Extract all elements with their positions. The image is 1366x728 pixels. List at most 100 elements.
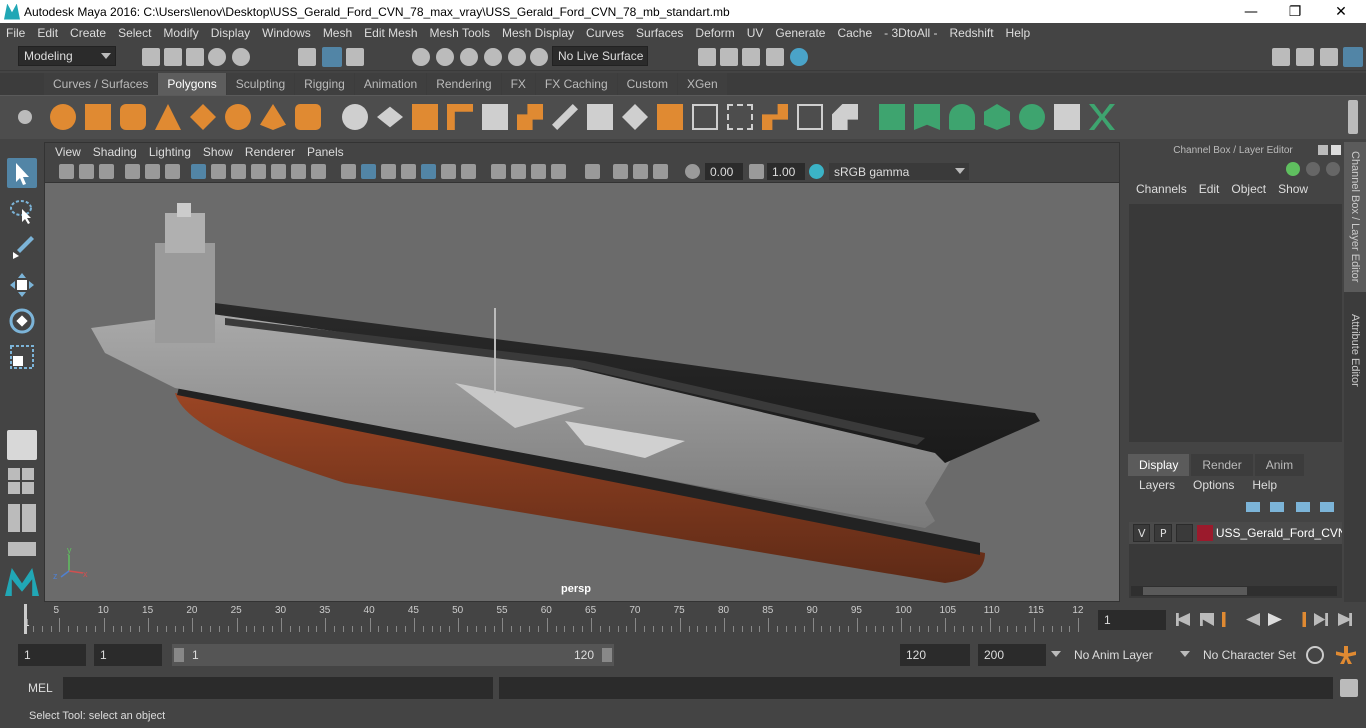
menu-surfaces[interactable]: Surfaces: [630, 26, 689, 40]
go-to-start-icon[interactable]: [1176, 613, 1190, 626]
layer-color-swatch[interactable]: [1197, 525, 1213, 541]
menu-edit[interactable]: Edit: [31, 26, 64, 40]
poly-torus-icon[interactable]: [225, 104, 251, 130]
speed-icon[interactable]: [1306, 162, 1320, 176]
menu-cache[interactable]: Cache: [831, 26, 878, 40]
bridge-icon[interactable]: [622, 104, 648, 130]
render-current-icon[interactable]: [698, 48, 716, 66]
menu-file[interactable]: File: [0, 26, 31, 40]
range-slider-bar[interactable]: 1 120: [172, 644, 614, 666]
four-view-layout-icon[interactable]: [8, 468, 36, 496]
snap-point-icon[interactable]: [460, 48, 478, 66]
film-gate-icon[interactable]: [211, 164, 226, 179]
resolution-gate-icon[interactable]: [231, 164, 246, 179]
cylindrical-uv-icon[interactable]: [914, 104, 940, 130]
bevel-icon[interactable]: [657, 104, 683, 130]
play-forwards-icon[interactable]: [1268, 613, 1282, 626]
lasso-tool-icon[interactable]: [7, 196, 37, 226]
shelf-scroll-arrows-icon[interactable]: [1348, 100, 1358, 134]
live-surface-field[interactable]: No Live Surface: [552, 46, 648, 66]
snap-grid-icon[interactable]: [412, 48, 430, 66]
shelf-tab-custom[interactable]: Custom: [617, 73, 677, 95]
shelf-tab-rigging[interactable]: Rigging: [295, 73, 354, 95]
character-set-select[interactable]: No Character Set: [1197, 644, 1297, 666]
extract-icon[interactable]: [412, 104, 438, 130]
planar-uv-icon[interactable]: [879, 104, 905, 130]
multi-cut-icon[interactable]: [552, 104, 578, 130]
playback-end-field[interactable]: 120: [900, 644, 970, 666]
options-menu[interactable]: Options: [1184, 478, 1243, 496]
play-backwards-icon[interactable]: [1246, 613, 1260, 626]
float-panel-icon[interactable]: [1318, 145, 1328, 155]
menu-redshift[interactable]: Redshift: [944, 26, 1000, 40]
step-back-key-icon[interactable]: [1222, 612, 1226, 627]
two-d-pan-zoom-icon[interactable]: [145, 164, 160, 179]
side-tab-channel-box[interactable]: Channel Box / Layer Editor: [1344, 142, 1366, 292]
mirror-icon[interactable]: [517, 104, 543, 130]
channels-menu[interactable]: Channels: [1130, 182, 1193, 200]
depth-of-field-icon[interactable]: [551, 164, 566, 179]
layer-name[interactable]: USS_Gerald_Ford_CVN: [1216, 526, 1342, 540]
layer-horizontal-scrollbar[interactable]: [1131, 586, 1337, 596]
select-component-icon[interactable]: [346, 48, 364, 66]
bookmarks-icon[interactable]: [99, 164, 114, 179]
anim-layer-select[interactable]: No Anim Layer: [1068, 644, 1174, 666]
snap-curve-icon[interactable]: [436, 48, 454, 66]
current-time-indicator[interactable]: [24, 604, 27, 634]
undo-icon[interactable]: [208, 48, 226, 66]
tab-anim-layers[interactable]: Anim: [1254, 454, 1305, 476]
shelf-settings-gear-icon[interactable]: [18, 110, 32, 124]
new-scene-icon[interactable]: [142, 48, 160, 66]
live-snap-icon[interactable]: [530, 48, 548, 66]
timeline-ruler[interactable]: 1 51015202530354045505560657075808590951…: [20, 604, 1092, 634]
move-layer-down-icon[interactable]: [1270, 502, 1284, 512]
viewport-menu-shading[interactable]: Shading: [87, 145, 143, 159]
modeling-toolkit-icon[interactable]: [1296, 48, 1314, 66]
menu-edit-mesh[interactable]: Edit Mesh: [358, 26, 423, 40]
menu-help[interactable]: Help: [1000, 26, 1037, 40]
menu-display[interactable]: Display: [205, 26, 256, 40]
camera-attributes-icon[interactable]: [79, 164, 94, 179]
image-plane-icon[interactable]: [125, 164, 140, 179]
color-management-icon[interactable]: [809, 164, 824, 179]
exposure-field[interactable]: 0.00: [705, 163, 743, 180]
maximize-button[interactable]: ❐: [1272, 0, 1318, 23]
new-layer-selected-icon[interactable]: [1320, 502, 1334, 512]
perspective-viewport[interactable]: View Shading Lighting Show Renderer Pane…: [44, 142, 1120, 602]
layer-playback-toggle[interactable]: P: [1154, 524, 1172, 542]
textured-icon[interactable]: [401, 164, 416, 179]
shelf-tab-rendering[interactable]: Rendering: [427, 73, 501, 95]
view-transform-select[interactable]: sRGB gamma: [829, 163, 969, 180]
fill-hole-icon[interactable]: [797, 104, 823, 130]
safe-action-icon[interactable]: [291, 164, 306, 179]
poly-cube-icon[interactable]: [85, 104, 111, 130]
spherical-uv-icon[interactable]: [949, 104, 975, 130]
poly-plane-icon[interactable]: [190, 104, 216, 130]
layer-display-type-toggle[interactable]: [1175, 524, 1194, 542]
grid-icon[interactable]: [191, 164, 206, 179]
shelf-tab-fx-caching[interactable]: FX Caching: [535, 73, 617, 95]
gamma-icon[interactable]: [749, 164, 764, 179]
menu-select[interactable]: Select: [112, 26, 157, 40]
shelf-tab-xgen[interactable]: XGen: [677, 73, 727, 95]
isolate-select-icon[interactable]: [585, 164, 600, 179]
render-settings-icon[interactable]: [742, 48, 760, 66]
append-polygon-icon[interactable]: [762, 104, 788, 130]
outliner-layout-icon[interactable]: [8, 504, 20, 532]
use-all-lights-icon[interactable]: [441, 164, 456, 179]
mel-command-input[interactable]: [63, 677, 493, 699]
select-object-icon[interactable]: [322, 47, 342, 67]
maya-home-icon[interactable]: [5, 568, 39, 596]
animation-end-field[interactable]: 200: [978, 644, 1046, 666]
shelf-tab-curves-surfaces[interactable]: Curves / Surfaces: [44, 73, 158, 95]
channel-edit-menu[interactable]: Edit: [1193, 182, 1226, 200]
open-scene-icon[interactable]: [164, 48, 182, 66]
shadows-icon[interactable]: [461, 164, 476, 179]
hypershade-icon[interactable]: [766, 48, 784, 66]
xray-joints-icon[interactable]: [613, 164, 628, 179]
viewport-menu-lighting[interactable]: Lighting: [143, 145, 197, 159]
channel-box-toggle-icon[interactable]: [1343, 47, 1363, 67]
layers-menu[interactable]: Layers: [1130, 478, 1184, 496]
shelf-tab-sculpting[interactable]: Sculpting: [226, 73, 295, 95]
go-to-end-icon[interactable]: [1338, 613, 1352, 626]
